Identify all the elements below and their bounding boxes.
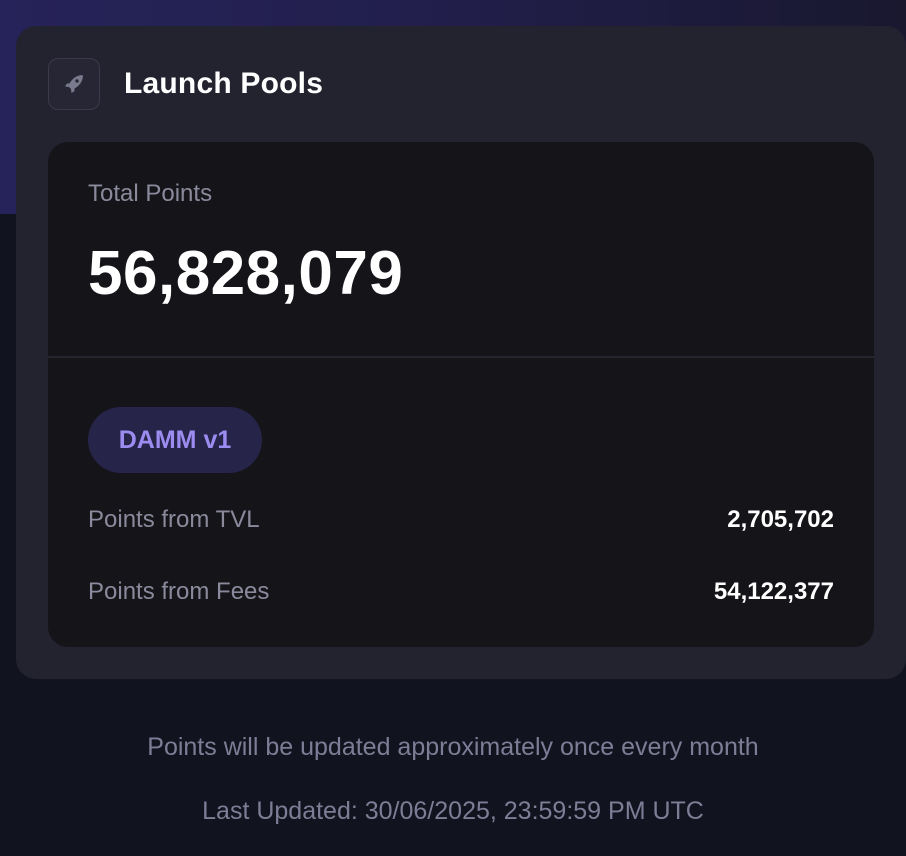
rocket-icon	[48, 58, 100, 110]
points-row-value: 2,705,702	[727, 506, 834, 533]
update-frequency-note: Points will be updated approximately onc…	[147, 733, 759, 761]
points-panel: Total Points 56,828,079 DAMM v1 Points f…	[48, 142, 874, 647]
points-row-fees: Points from Fees 54,122,377	[88, 578, 834, 606]
last-updated-text: Last Updated: 30/06/2025, 23:59:59 PM UT…	[202, 797, 704, 825]
points-row-label: Points from Fees	[88, 578, 270, 605]
total-points-value: 56,828,079	[88, 239, 404, 308]
points-row-tvl: Points from TVL 2,705,702	[88, 506, 834, 534]
section-title: Launch Pools	[124, 67, 324, 100]
total-points-label: Total Points	[88, 180, 213, 207]
pool-type-badge: DAMM v1	[88, 407, 262, 473]
launch-pools-card: Launch Pools Total Points 56,828,079 DAM…	[16, 26, 906, 679]
card-header: Launch Pools	[48, 58, 323, 110]
points-row-label: Points from TVL	[88, 506, 260, 533]
points-row-value: 54,122,377	[713, 578, 834, 605]
divider	[48, 356, 874, 358]
